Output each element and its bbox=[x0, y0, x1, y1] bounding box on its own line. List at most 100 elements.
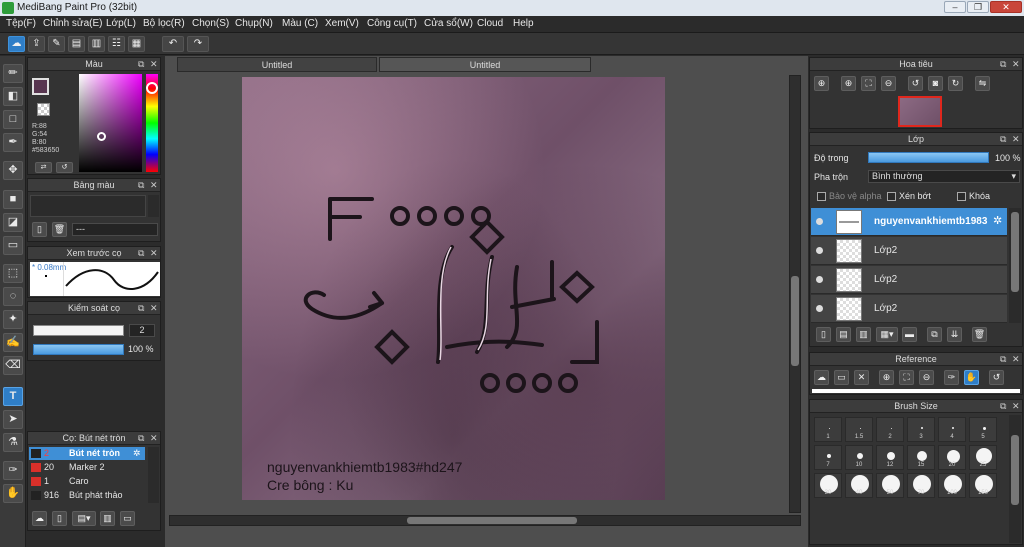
brush-folder-icon[interactable]: ▭ bbox=[120, 511, 135, 526]
delete-layer-icon[interactable]: 🗑 bbox=[972, 327, 987, 342]
layer-row[interactable]: Lớp2 bbox=[811, 266, 1007, 294]
menu-color[interactable]: Màu (C) bbox=[282, 18, 318, 29]
move-icon[interactable]: ✥ bbox=[3, 161, 23, 180]
text-icon[interactable]: T bbox=[3, 387, 23, 406]
menu-file[interactable]: Tệp(F) bbox=[6, 18, 36, 29]
saturation-value-picker[interactable] bbox=[79, 74, 142, 172]
panel-close-icon[interactable]: ✕ bbox=[1012, 354, 1020, 365]
lasso-icon[interactable]: ◌ bbox=[3, 287, 23, 306]
redo-icon[interactable]: ↷ bbox=[187, 36, 209, 52]
brush-size-cell[interactable]: 15 bbox=[907, 445, 935, 470]
panel-float-icon[interactable]: ⧉ bbox=[138, 248, 144, 259]
operation-icon[interactable]: ➤ bbox=[3, 410, 23, 429]
panel-close-icon[interactable]: ✕ bbox=[1012, 59, 1020, 70]
brush-size-cell[interactable]: 1 bbox=[814, 417, 842, 442]
gradient-icon[interactable]: ▭ bbox=[3, 236, 23, 255]
hue-slider[interactable] bbox=[146, 74, 158, 172]
palette-swatches[interactable] bbox=[30, 195, 146, 217]
visibility-eye-icon[interactable] bbox=[816, 305, 823, 312]
brushes-scrollbar[interactable] bbox=[148, 447, 159, 503]
list-icon[interactable]: ☷ bbox=[108, 36, 125, 52]
bucket-icon[interactable]: ◪ bbox=[3, 213, 23, 232]
new-layer-icon[interactable]: ▯ bbox=[816, 327, 831, 342]
brush-item[interactable]: 20 Marker 2 bbox=[29, 461, 145, 474]
layer-row[interactable]: Lớp2 bbox=[811, 295, 1007, 323]
brush-property-icon[interactable]: ▥ bbox=[100, 511, 115, 526]
reset-colors-icon[interactable]: ↺ bbox=[56, 162, 73, 173]
panel-float-icon[interactable]: ⧉ bbox=[138, 303, 144, 314]
layers-scrollbar[interactable] bbox=[1009, 208, 1021, 323]
brush-opacity-slider[interactable] bbox=[33, 344, 124, 355]
pen-icon[interactable]: ✒ bbox=[3, 133, 23, 152]
layer-settings-gear-icon[interactable]: ✲ bbox=[993, 214, 1002, 227]
minimize-button[interactable]: – bbox=[944, 1, 966, 13]
panel-float-icon[interactable]: ⧉ bbox=[138, 180, 144, 191]
reference-zoom-out-icon[interactable]: ⊖ bbox=[919, 370, 934, 385]
reference-dropper-icon[interactable]: ✑ bbox=[944, 370, 959, 385]
panel-close-icon[interactable]: ✕ bbox=[150, 433, 158, 444]
comment-icon[interactable]: ✎ bbox=[48, 36, 65, 52]
sv-cursor[interactable] bbox=[97, 132, 106, 141]
lock-checkbox[interactable] bbox=[957, 192, 966, 201]
eraser-icon[interactable]: ◧ bbox=[3, 87, 23, 106]
flip-horizontal-icon[interactable]: ⇋ bbox=[975, 76, 990, 91]
brush-size-value[interactable]: 2 bbox=[129, 324, 155, 337]
new-brush-icon[interactable]: ▯ bbox=[52, 511, 67, 526]
brush-size-cell[interactable]: 25 bbox=[969, 445, 997, 470]
rectangle-icon[interactable]: □ bbox=[3, 110, 23, 129]
select-rect-icon[interactable]: ⬚ bbox=[3, 264, 23, 283]
new-palette-icon[interactable]: ▯ bbox=[32, 222, 47, 237]
panel-close-icon[interactable]: ✕ bbox=[150, 248, 158, 259]
panel-float-icon[interactable]: ⧉ bbox=[1000, 59, 1006, 70]
panel-float-icon[interactable]: ⧉ bbox=[1000, 134, 1006, 145]
artwork-canvas[interactable]: nguyenvankhiemtb1983#hd247 Cre bông : Ku bbox=[242, 77, 665, 500]
vscroll-thumb[interactable] bbox=[791, 276, 799, 366]
brush-size-cell[interactable]: 50 bbox=[876, 473, 904, 498]
rotate-left-icon[interactable]: ↺ bbox=[908, 76, 923, 91]
menu-select[interactable]: Chọn(S) bbox=[192, 18, 229, 29]
menu-view[interactable]: Xem(V) bbox=[325, 18, 359, 29]
merge-layer-icon[interactable]: ⇊ bbox=[947, 327, 962, 342]
visibility-eye-icon[interactable] bbox=[816, 218, 823, 225]
blend-mode-select[interactable]: Bình thường ▾ bbox=[868, 170, 1020, 183]
menu-help[interactable]: Help bbox=[513, 18, 534, 29]
reference-zoom-in-icon[interactable]: ⊕ bbox=[879, 370, 894, 385]
menu-edit[interactable]: Chỉnh sửa(E) bbox=[43, 18, 103, 29]
brush-size-cell[interactable]: 100 bbox=[938, 473, 966, 498]
panel-float-icon[interactable]: ⧉ bbox=[1000, 401, 1006, 412]
canvas-horizontal-scrollbar[interactable] bbox=[169, 515, 801, 526]
brush-size-cell[interactable]: 150 bbox=[969, 473, 997, 498]
hue-cursor[interactable] bbox=[146, 82, 158, 94]
brush-size-cell[interactable]: 3 bbox=[907, 417, 935, 442]
share-icon[interactable]: ⇪ bbox=[28, 36, 45, 52]
rotate-reset-icon[interactable]: ◙ bbox=[928, 76, 943, 91]
add-layer-menu-icon[interactable]: ▦▾ bbox=[876, 327, 898, 342]
add-brush-menu-icon[interactable]: ▤▾ bbox=[72, 511, 96, 526]
delete-palette-icon[interactable]: 🗑 bbox=[52, 222, 67, 237]
protect-alpha-checkbox[interactable] bbox=[817, 192, 826, 201]
swap-colors-icon[interactable]: ⇄ bbox=[35, 162, 52, 173]
fill-rect-icon[interactable]: ■ bbox=[3, 190, 23, 209]
magic-wand-icon[interactable]: ✦ bbox=[3, 310, 23, 329]
panel-float-icon[interactable]: ⧉ bbox=[1000, 354, 1006, 365]
clipping-checkbox[interactable] bbox=[887, 192, 896, 201]
reference-rotate-icon[interactable]: ↺ bbox=[989, 370, 1004, 385]
cloud-sync-icon[interactable]: ☁ bbox=[8, 36, 25, 52]
brush-size-cell[interactable]: 30 bbox=[814, 473, 842, 498]
message-icon[interactable]: ▤ bbox=[68, 36, 85, 52]
background-color-swatch[interactable] bbox=[37, 103, 50, 116]
menu-cloud[interactable]: Cloud bbox=[477, 18, 503, 29]
brush-size-cell[interactable]: 5 bbox=[969, 417, 997, 442]
brush-settings-gear-icon[interactable]: ✲ bbox=[133, 447, 141, 460]
panel-close-icon[interactable]: ✕ bbox=[1012, 401, 1020, 412]
brush-size-cell[interactable]: 12 bbox=[876, 445, 904, 470]
panel-float-icon[interactable]: ⧉ bbox=[138, 59, 144, 70]
panel-close-icon[interactable]: ✕ bbox=[150, 59, 158, 70]
duplicate-layer-icon[interactable]: ⧉ bbox=[927, 327, 942, 342]
fit-window-icon[interactable]: ⛶ bbox=[861, 76, 876, 91]
brush-size-scroll-thumb[interactable] bbox=[1011, 435, 1019, 505]
brush-size-cell[interactable]: 2 bbox=[876, 417, 904, 442]
document-tab[interactable]: Untitled bbox=[177, 57, 377, 72]
rotate-right-icon[interactable]: ↻ bbox=[948, 76, 963, 91]
palette-scrollbar[interactable] bbox=[148, 195, 159, 217]
